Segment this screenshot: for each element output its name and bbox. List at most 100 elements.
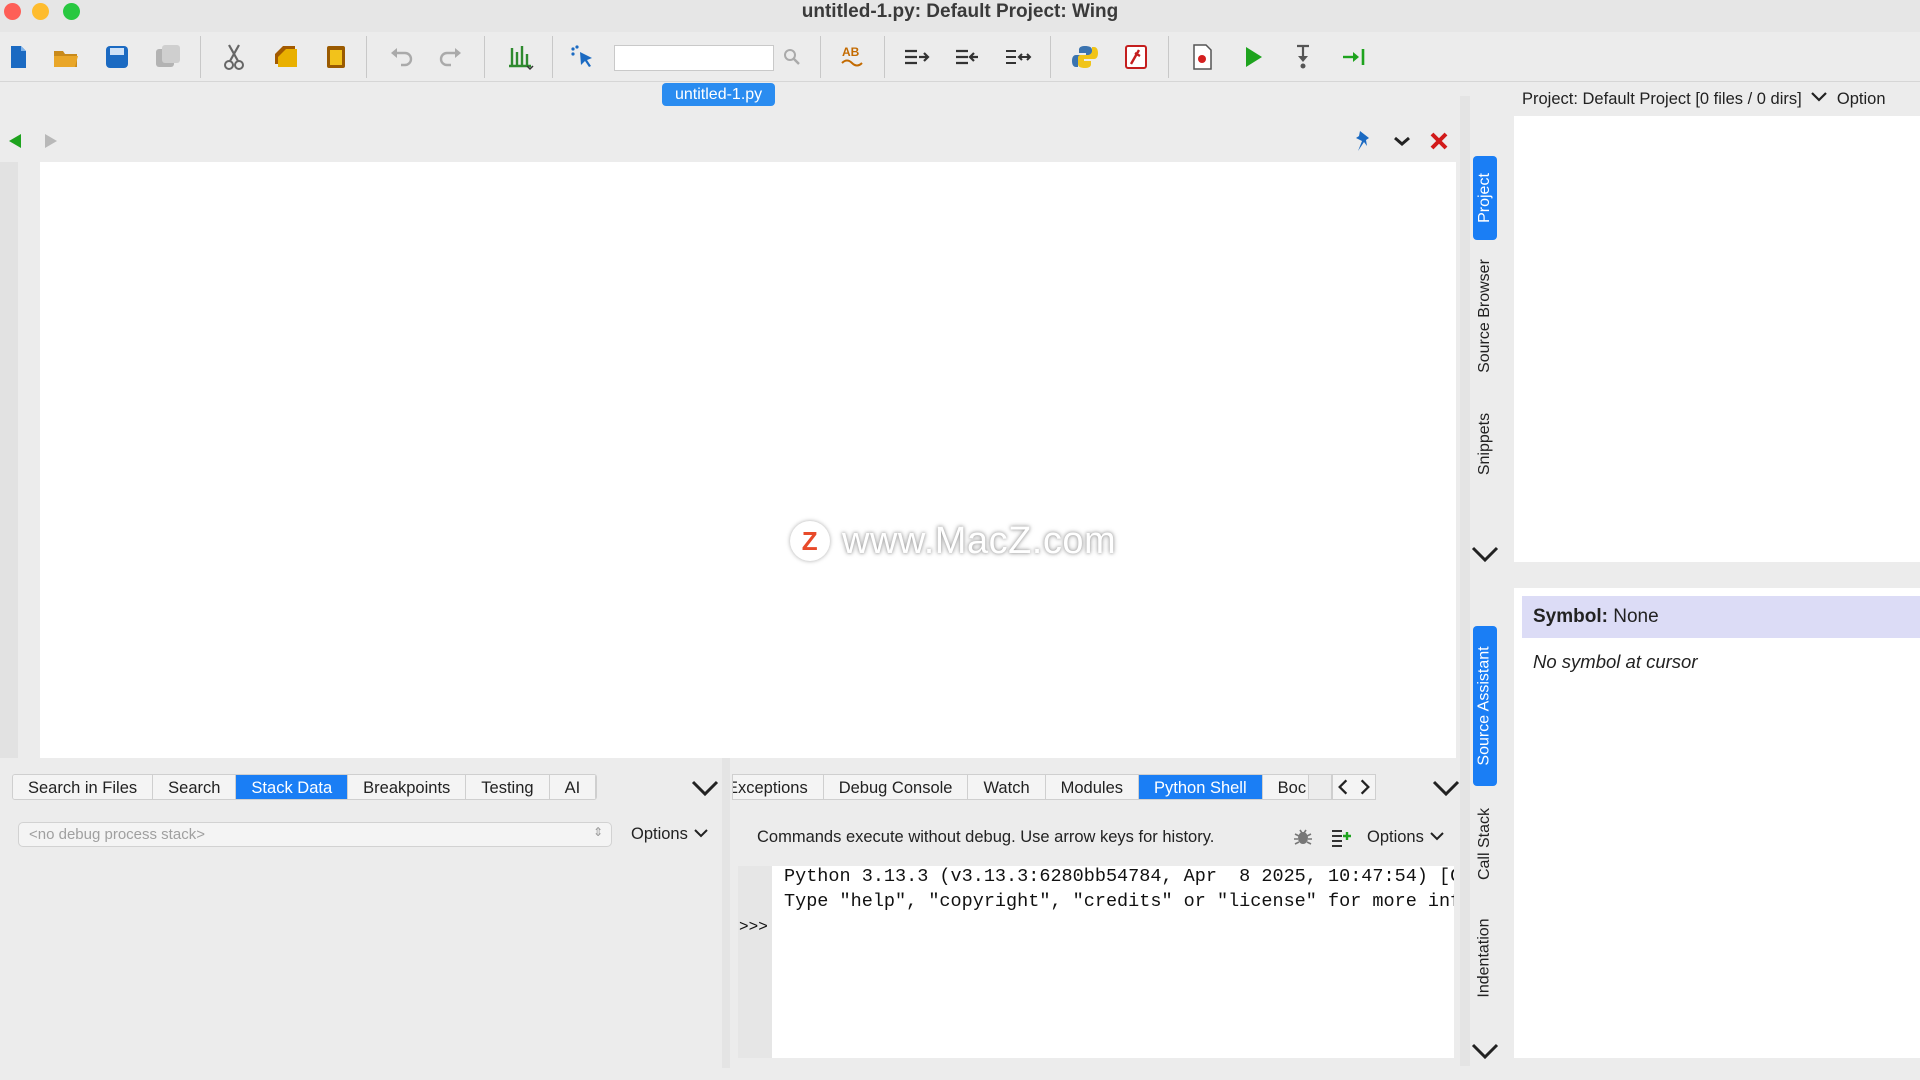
- debug-shell-bug-icon[interactable]: [1292, 826, 1314, 848]
- symbol-bar: Symbol: None: [1522, 596, 1920, 638]
- editor-tab-untitled[interactable]: untitled-1.py: [662, 83, 776, 106]
- watermark: Z www.MacZ.com: [790, 516, 1150, 566]
- step-out-icon[interactable]: [1337, 39, 1373, 75]
- tab-exceptions[interactable]: Exceptions: [733, 775, 824, 799]
- left-options-chevron-icon: [694, 829, 709, 838]
- editor-options-chevron-icon[interactable]: [1392, 132, 1412, 150]
- project-tree[interactable]: [1514, 116, 1920, 562]
- editor-navbar: [0, 120, 1460, 162]
- pane-splitter[interactable]: [722, 758, 730, 1068]
- vtab-snippets-label: Snippets: [1476, 412, 1494, 476]
- status-bar: [0, 1068, 1920, 1080]
- select-pointer-icon[interactable]: [565, 39, 601, 75]
- outdent-icon[interactable]: [949, 39, 985, 75]
- tab-testing[interactable]: Testing: [466, 775, 550, 799]
- project-header: Project: Default Project [0 files / 0 di…: [1522, 90, 1886, 109]
- vtab-source-browser-label: Source Browser: [1476, 259, 1494, 373]
- bottom-side-collapse-chevron-icon[interactable]: [1470, 1040, 1500, 1062]
- tab-python-shell[interactable]: Python Shell: [1139, 775, 1263, 799]
- vtab-source-browser[interactable]: Source Browser: [1473, 248, 1497, 384]
- vtab-call-stack[interactable]: Call Stack: [1473, 796, 1497, 892]
- editor-text-area[interactable]: [40, 162, 1456, 758]
- forward-icon[interactable]: [42, 132, 60, 150]
- indent-toggle-icon[interactable]: [1000, 39, 1036, 75]
- pin-icon[interactable]: [1352, 128, 1374, 154]
- tab-stack-data[interactable]: Stack Data: [236, 775, 349, 799]
- right-options-label: Options: [1367, 828, 1424, 846]
- shell-note: Commands execute without debug. Use arro…: [757, 828, 1215, 846]
- save-all-icon[interactable]: [150, 39, 186, 75]
- vtab-snippets[interactable]: Snippets: [1473, 400, 1497, 488]
- right-options-button[interactable]: Options: [1367, 828, 1445, 847]
- select-arrows-icon: ⇕: [592, 825, 603, 839]
- open-file-icon[interactable]: [48, 39, 84, 75]
- debug-settings-icon[interactable]: [1118, 39, 1154, 75]
- tab-scroll-buttons: [1332, 774, 1376, 800]
- shell-gutter: [738, 866, 772, 1058]
- undo-icon[interactable]: [383, 39, 419, 75]
- side-splitter[interactable]: [1460, 96, 1470, 1066]
- symbol-label: Symbol:: [1533, 606, 1608, 627]
- redo-icon[interactable]: [433, 39, 469, 75]
- tab-search[interactable]: Search: [153, 775, 237, 799]
- left-pane-tabs: Search in Files Search Stack Data Breakp…: [12, 774, 598, 800]
- spell-check-icon[interactable]: AB: [834, 39, 870, 75]
- right-pane-tabs: Exceptions Debug Console Watch Modules P…: [732, 774, 1332, 800]
- vtab-source-assistant-label: Source Assistant: [1476, 646, 1494, 766]
- tab-scroll-right-icon[interactable]: [1354, 775, 1375, 799]
- paste-icon[interactable]: [318, 39, 354, 75]
- top-side-collapse-chevron-icon[interactable]: [1470, 543, 1500, 565]
- shell-line-1: Python 3.13.3 (v3.13.3:6280bb54784, Apr …: [784, 866, 1454, 887]
- symbol-value: None: [1613, 606, 1659, 627]
- tab-breakpoints[interactable]: Breakpoints: [348, 775, 467, 799]
- tab-watch[interactable]: Watch: [968, 775, 1046, 799]
- step-into-icon[interactable]: [1286, 39, 1322, 75]
- tab-bookmarks[interactable]: Boc: [1262, 775, 1310, 799]
- vtab-indentation-label: Indentation: [1476, 918, 1493, 998]
- debug-stack-placeholder: <no debug process stack>: [29, 826, 205, 843]
- left-options-button[interactable]: Options: [631, 825, 709, 844]
- tab-search-in-files[interactable]: Search in Files: [13, 775, 154, 799]
- copy-icon[interactable]: [267, 39, 303, 75]
- indent-guide-icon[interactable]: [502, 39, 538, 75]
- symbol-note: No symbol at cursor: [1533, 651, 1698, 672]
- left-options-label: Options: [631, 825, 688, 843]
- tab-debug-console[interactable]: Debug Console: [823, 775, 969, 799]
- tab-scroll-left-icon[interactable]: [1333, 775, 1354, 799]
- vtab-source-assistant[interactable]: Source Assistant: [1473, 626, 1497, 786]
- close-editor-icon[interactable]: [1428, 130, 1450, 152]
- vtab-call-stack-label: Call Stack: [1476, 807, 1493, 881]
- cut-icon[interactable]: [216, 39, 252, 75]
- python-icon[interactable]: [1067, 39, 1103, 75]
- new-file-icon[interactable]: [0, 39, 36, 75]
- run-icon[interactable]: [1235, 39, 1271, 75]
- tab-modules[interactable]: Modules: [1045, 775, 1139, 799]
- indent-icon[interactable]: [898, 39, 934, 75]
- shell-prompt: >>>: [739, 918, 768, 936]
- project-dropdown-icon[interactable]: [1810, 90, 1828, 104]
- vtab-project-label: Project: [1476, 173, 1494, 223]
- stop-debug-icon[interactable]: [1184, 39, 1220, 75]
- search-icon[interactable]: [774, 39, 810, 75]
- editor-gutter: [0, 162, 18, 758]
- watermark-badge: Z: [790, 521, 830, 561]
- tab-ai[interactable]: AI: [549, 775, 597, 799]
- vtab-indentation[interactable]: Indentation: [1473, 906, 1497, 1010]
- left-pane-collapse-chevron-icon[interactable]: [690, 777, 720, 799]
- toolbar-search-input[interactable]: [614, 45, 774, 71]
- python-shell-area[interactable]: Python 3.13.3 (v3.13.3:6280bb54784, Apr …: [772, 866, 1454, 1058]
- debug-stack-select[interactable]: <no debug process stack> ⇕: [18, 822, 612, 847]
- shell-line-2: Type "help", "copyright", "credits" or "…: [784, 891, 1454, 912]
- right-options-chevron-icon: [1430, 832, 1445, 841]
- side-horizontal-splitter[interactable]: [1510, 562, 1920, 586]
- title-bar: untitled-1.py: Default Project: Wing: [0, 0, 1920, 32]
- project-header-label: Project: Default Project [0 files / 0 di…: [1522, 90, 1802, 108]
- project-options-button[interactable]: Option: [1837, 90, 1886, 108]
- save-icon[interactable]: [99, 39, 135, 75]
- right-pane-collapse-chevron-icon[interactable]: [1431, 777, 1461, 799]
- watermark-text: www.MacZ.com: [842, 519, 1117, 562]
- vtab-project[interactable]: Project: [1473, 156, 1497, 240]
- back-icon[interactable]: [6, 132, 24, 150]
- new-line-icon[interactable]: [1330, 826, 1352, 848]
- svg-text:AB: AB: [842, 45, 860, 59]
